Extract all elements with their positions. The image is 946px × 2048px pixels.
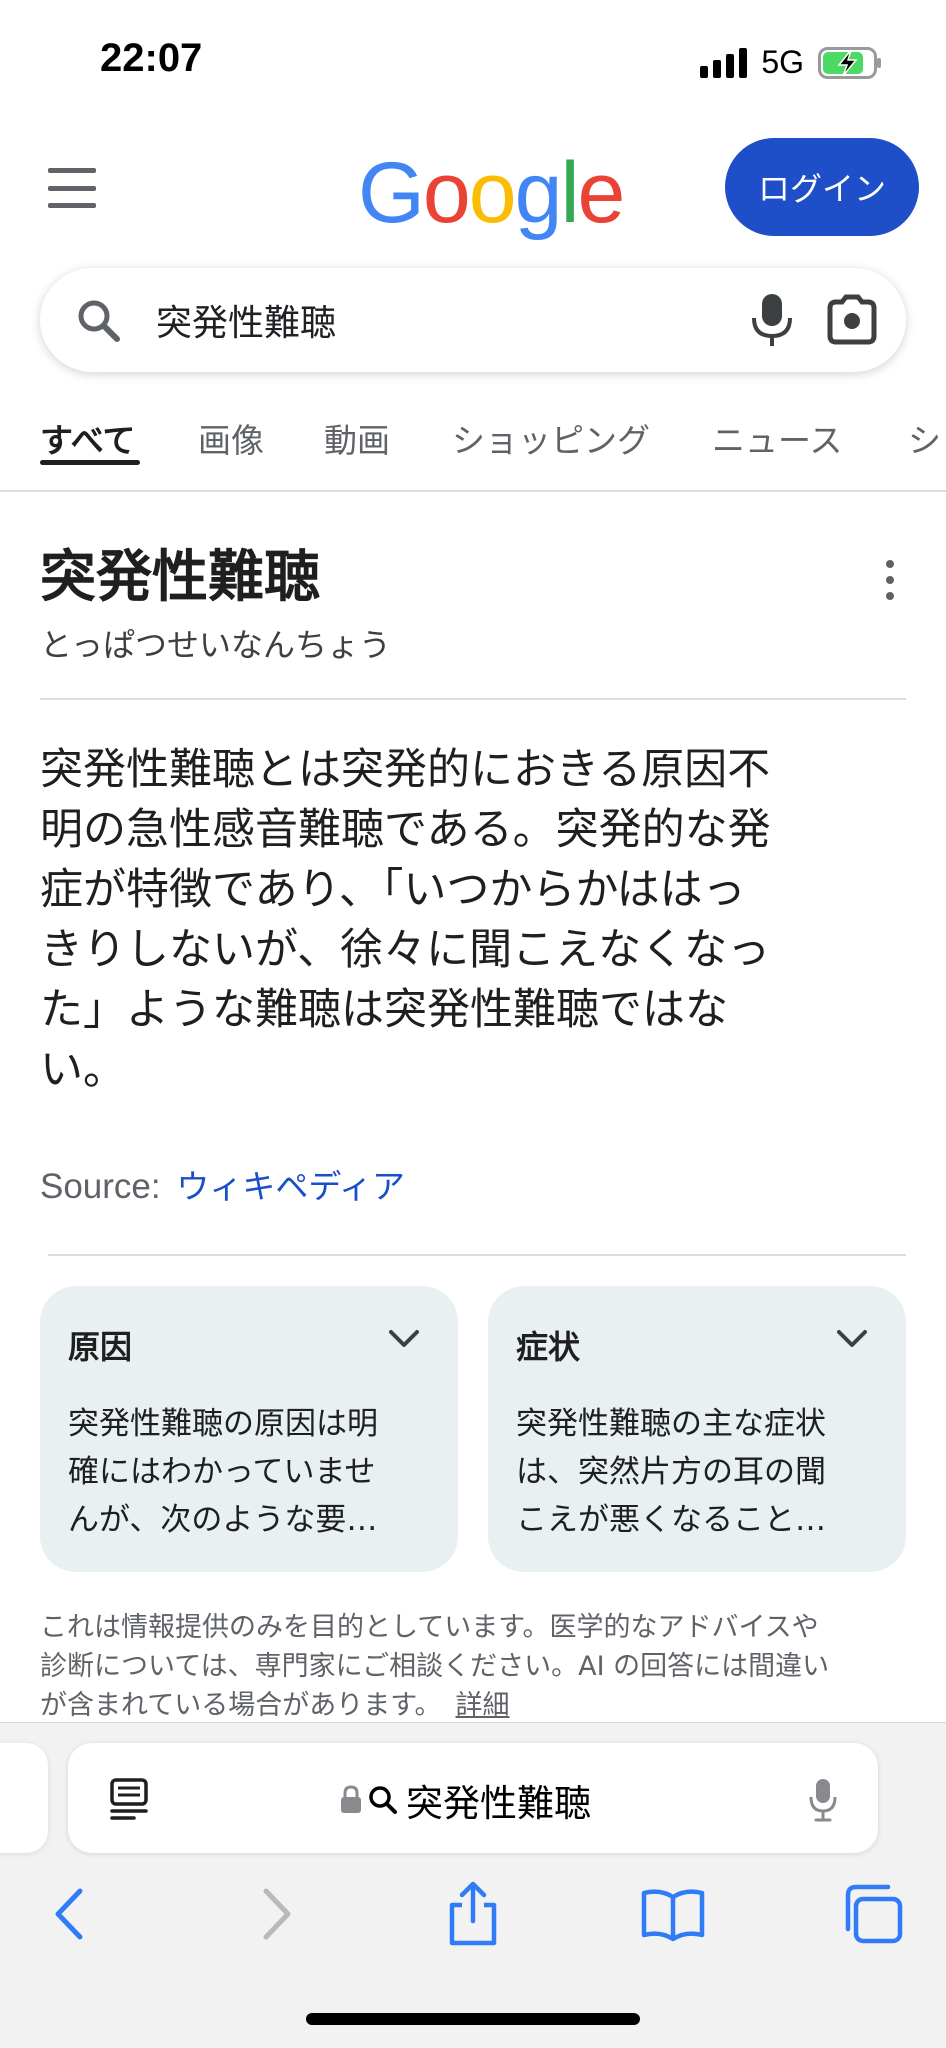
page-menu-icon[interactable] (108, 1777, 150, 1821)
knowledge-panel-reading: とっぱつせいなんちょう (40, 626, 392, 664)
description-line: 症が特徴であり、「いつからかははっ (40, 865, 746, 915)
address-text: 突発性難聴 (406, 1782, 591, 1825)
address-field[interactable]: 突発性難聴 (340, 1773, 591, 1827)
share-icon[interactable] (438, 1879, 508, 1949)
card-title: 原因 (68, 1328, 133, 1366)
description-line: た」ような難聴は突発性難聴ではな (40, 985, 728, 1035)
google-header: Google ログイン (0, 130, 946, 250)
details-link[interactable]: 詳細 (456, 1690, 510, 1721)
source-line: Source: ウィキペディア (40, 1160, 405, 1208)
address-bar[interactable]: 突発性難聴 (68, 1743, 878, 1853)
disclaimer-line: これは情報提供のみを目的としています。医学的なアドバイスや (40, 1612, 819, 1643)
battery-charging-icon (818, 46, 881, 79)
google-logo[interactable]: Google (358, 144, 625, 243)
cellular-signal-icon (700, 47, 748, 78)
chevron-down-icon (389, 1330, 419, 1347)
card-text-line: 突発性難聴の主な症状 (516, 1406, 826, 1442)
tab-images[interactable]: 画像 (198, 414, 264, 462)
microphone-icon[interactable] (808, 1777, 838, 1823)
description-line: きりしないが、徐々に聞こえなくなっ (40, 925, 771, 975)
disclaimer-line: が含まれている場合があります。 (40, 1690, 442, 1721)
tab-news[interactable]: ニュース (712, 414, 842, 462)
tab-all[interactable]: すべて (40, 414, 135, 462)
search-box[interactable]: 突発性難聴 (40, 268, 906, 372)
chevron-down-icon (837, 1330, 867, 1347)
login-button[interactable]: ログイン (725, 138, 919, 236)
card-text: 突発性難聴の主な症状 は、突然片方の耳の聞 こえが悪くなること… (516, 1400, 878, 1544)
tab-more[interactable]: シ (908, 414, 941, 462)
network-type: 5G (761, 44, 804, 80)
home-indicator (306, 2013, 640, 2025)
google-lens-icon[interactable] (824, 294, 880, 346)
tab-videos[interactable]: 動画 (324, 414, 390, 462)
tabs-icon[interactable] (838, 1879, 908, 1949)
status-bar: 22:07 5G (0, 0, 946, 120)
search-icon (369, 1786, 397, 1814)
divider (48, 1254, 906, 1256)
card-text-line: こえが悪くなること… (516, 1502, 826, 1538)
status-indicators: 5G (700, 44, 882, 81)
active-tab-indicator (40, 460, 140, 465)
source-link[interactable]: ウィキペディア (176, 1167, 405, 1206)
divider (40, 698, 906, 700)
card-causes[interactable]: 原因 突発性難聴の原因は明 確にはわかっていませ んが、次のような要… (40, 1286, 458, 1572)
search-tabs: すべて 画像 動画 ショッピング ニュース シ (0, 400, 946, 492)
previous-tab-preview[interactable] (0, 1743, 48, 1853)
card-text: 突発性難聴の原因は明 確にはわかっていませ んが、次のような要… (68, 1400, 430, 1544)
description-line: 明の急性感音難聴である。突発的な発 (40, 805, 771, 855)
card-text-line: は、突然片方の耳の聞 (516, 1454, 826, 1490)
ai-disclaimer: これは情報提供のみを目的としています。医学的なアドバイスや 診断については、専門… (40, 1608, 910, 1725)
card-symptoms[interactable]: 症状 突発性難聴の主な症状 は、突然片方の耳の聞 こえが悪くなること… (488, 1286, 906, 1572)
card-title: 症状 (516, 1328, 581, 1366)
hamburger-menu-icon[interactable] (48, 168, 96, 208)
lock-icon (341, 1785, 361, 1813)
more-options-icon[interactable] (880, 560, 900, 600)
knowledge-panel-description: 突発性難聴とは突発的におきる原因不 明の急性感音難聴である。突発的な発 症が特徴… (40, 740, 906, 1100)
card-text-line: 突発性難聴の原因は明 (68, 1406, 378, 1442)
status-time: 22:07 (100, 36, 203, 80)
card-text-line: んが、次のような要… (68, 1502, 378, 1538)
description-line: い。 (40, 1045, 126, 1095)
forward-icon[interactable] (240, 1879, 310, 1949)
back-icon[interactable] (36, 1879, 106, 1949)
search-icon (78, 300, 120, 342)
search-input[interactable]: 突発性難聴 (156, 294, 336, 346)
safari-bottom-bar: 突発性難聴 (0, 1722, 946, 2048)
microphone-icon[interactable] (746, 292, 798, 348)
description-line: 突発性難聴とは突発的におきる原因不 (40, 745, 771, 795)
source-label: Source: (40, 1167, 161, 1206)
tab-shopping[interactable]: ショッピング (452, 414, 650, 462)
card-text-line: 確にはわかっていませ (68, 1454, 376, 1490)
knowledge-panel-title: 突発性難聴 (40, 545, 320, 610)
bookmarks-icon[interactable] (638, 1879, 708, 1949)
disclaimer-line: 診断については、専門家にご相談ください。AI の回答には間違い (40, 1651, 830, 1682)
